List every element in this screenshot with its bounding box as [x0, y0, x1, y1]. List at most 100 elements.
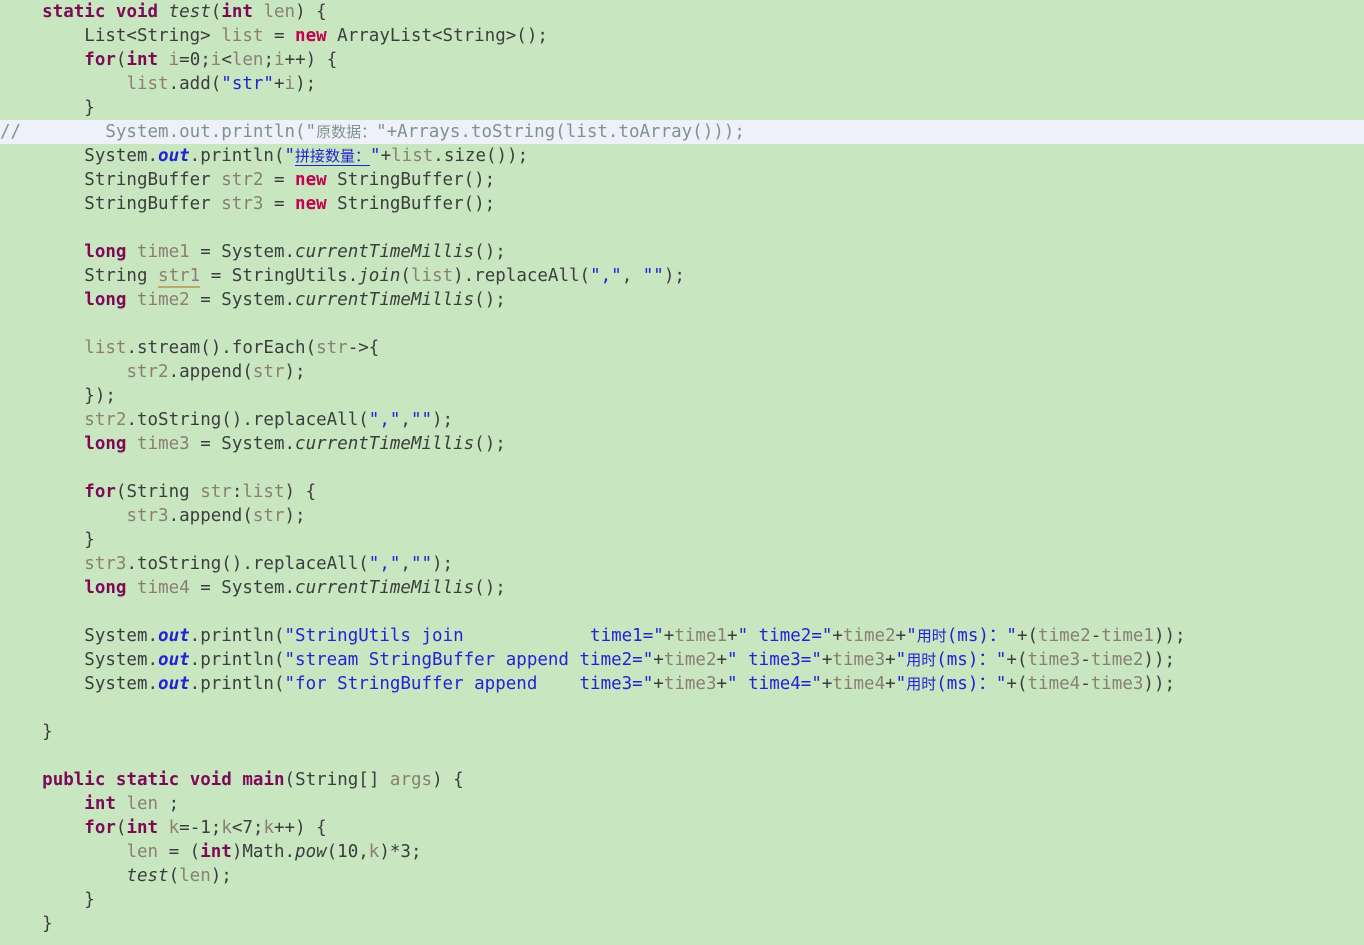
var-i: i [210, 50, 222, 70]
var-time4: time4 [137, 578, 190, 598]
method-main-decl: main [242, 770, 285, 790]
var-list: list [410, 266, 454, 286]
keyword-public: public [42, 770, 106, 790]
cjk-used-time: 用时 [906, 651, 937, 669]
var-len: len [126, 842, 159, 862]
code-line[interactable]: List<String> list = new ArrayList<String… [0, 24, 1364, 48]
string-literal-empty: "" [642, 266, 664, 286]
code-line-current[interactable]: // System.out.println("原数据："+Arrays.toSt… [0, 120, 1364, 144]
var-str2: str2 [84, 410, 127, 430]
keyword-long: long [84, 578, 127, 598]
code-line[interactable]: long time2 = System.currentTimeMillis(); [0, 288, 1364, 312]
method-test-decl: test [168, 2, 211, 22]
param-len: len [263, 2, 296, 22]
code-line[interactable]: long time1 = System.currentTimeMillis(); [0, 240, 1364, 264]
var-i: i [284, 74, 296, 94]
comment-slashes: // [0, 122, 22, 142]
var-time3: time3 [1027, 650, 1081, 670]
var-time3: time3 [137, 434, 190, 454]
cjk-ms-suffix: (ms)： [936, 674, 996, 694]
code-line[interactable]: for(int k=-1;k<7;k++) { [0, 816, 1364, 840]
keyword-void: void [115, 2, 159, 22]
keyword-long: long [84, 242, 127, 262]
code-line[interactable]: list.add("str"+i); [0, 72, 1364, 96]
code-line[interactable]: }); [0, 384, 1364, 408]
code-line[interactable]: static void test(int len) { [0, 0, 1364, 24]
keyword-for: for [84, 818, 116, 838]
var-str3: str3 [84, 554, 127, 574]
code-line-blank[interactable] [0, 312, 1364, 336]
code-line[interactable]: System.out.println("for StringBuffer app… [0, 672, 1364, 696]
var-list: list [391, 146, 434, 166]
var-k: k [368, 842, 380, 862]
code-line[interactable]: long time4 = System.currentTimeMillis(); [0, 576, 1364, 600]
var-time3: time3 [832, 650, 886, 670]
print-label-stream: stream StringBuffer append [295, 650, 569, 670]
code-line[interactable]: } [0, 720, 1364, 744]
var-time2: time2 [842, 626, 896, 646]
cjk-ms-suffix: (ms)： [936, 650, 996, 670]
code-line[interactable]: str2.append(str); [0, 360, 1364, 384]
code-line-blank[interactable] [0, 600, 1364, 624]
code-line[interactable]: for(int i=0;i<len;i++) { [0, 48, 1364, 72]
code-line[interactable]: String str1 = StringUtils.join(list).rep… [0, 264, 1364, 288]
code-editor-pane[interactable]: static void test(int len) { List<String>… [0, 0, 1364, 945]
field-out: out [158, 146, 190, 166]
code-line[interactable]: } [0, 888, 1364, 912]
var-list: list [242, 482, 285, 502]
print-label-for: for StringBuffer append [295, 674, 538, 694]
var-time3: time3 [663, 674, 717, 694]
code-line-blank[interactable] [0, 744, 1364, 768]
keyword-for: for [84, 482, 116, 502]
keyword-new: new [295, 170, 327, 190]
code-line[interactable]: int len ; [0, 792, 1364, 816]
cjk-used-time: 用时 [916, 627, 947, 645]
code-line[interactable]: System.out.println("StringUtils join tim… [0, 624, 1364, 648]
keyword-new: new [295, 194, 327, 214]
code-line[interactable]: str3.toString().replaceAll(",",""); [0, 552, 1364, 576]
keyword-int: int [126, 818, 159, 838]
keyword-int: int [126, 50, 159, 70]
cjk-used-time: 用时 [906, 675, 937, 693]
keyword-long: long [84, 290, 127, 310]
code-line-blank[interactable] [0, 216, 1364, 240]
method-currentTimeMillis: currentTimeMillis [295, 242, 475, 262]
field-out: out [158, 626, 190, 646]
field-out: out [158, 650, 190, 670]
lambda-param-str: str [252, 362, 285, 382]
code-line[interactable]: System.out.println("stream StringBuffer … [0, 648, 1364, 672]
code-line[interactable]: System.out.println("拼接数量："+list.size()); [0, 144, 1364, 168]
method-pow: pow [295, 842, 327, 862]
var-i: i [168, 50, 180, 70]
code-line-blank[interactable] [0, 696, 1364, 720]
code-line[interactable]: StringBuffer str2 = new StringBuffer(); [0, 168, 1364, 192]
code-line-blank[interactable] [0, 456, 1364, 480]
code-line[interactable]: for(String str:list) { [0, 480, 1364, 504]
code-line[interactable]: long time3 = System.currentTimeMillis(); [0, 432, 1364, 456]
keyword-static: static [42, 2, 106, 22]
code-line[interactable]: len = (int)Math.pow(10,k)*3; [0, 840, 1364, 864]
method-join: join [358, 266, 401, 286]
code-line[interactable]: StringBuffer str3 = new StringBuffer(); [0, 192, 1364, 216]
method-currentTimeMillis: currentTimeMillis [295, 290, 475, 310]
code-line[interactable]: } [0, 912, 1364, 936]
print-label-time3: " time3=" [727, 650, 822, 670]
var-list: list [221, 26, 264, 46]
keyword-int: int [84, 794, 116, 814]
var-i: i [274, 50, 285, 70]
method-test-call: test [126, 866, 169, 886]
code-line[interactable]: test(len); [0, 864, 1364, 888]
keyword-int-cast: int [200, 842, 232, 862]
code-line[interactable]: } [0, 528, 1364, 552]
keyword-void: void [189, 770, 232, 790]
code-line[interactable]: } [0, 96, 1364, 120]
code-line[interactable]: str3.append(str); [0, 504, 1364, 528]
method-currentTimeMillis: currentTimeMillis [295, 578, 475, 598]
var-time2: time2 [663, 650, 717, 670]
code-line[interactable]: list.stream().forEach(str->{ [0, 336, 1364, 360]
string-literal-comma: "," [368, 410, 401, 430]
print-label-time2: " time2=" [737, 626, 833, 646]
code-line[interactable]: str2.toString().replaceAll(",",""); [0, 408, 1364, 432]
var-len: len [231, 50, 264, 70]
code-line[interactable]: public static void main(String[] args) { [0, 768, 1364, 792]
